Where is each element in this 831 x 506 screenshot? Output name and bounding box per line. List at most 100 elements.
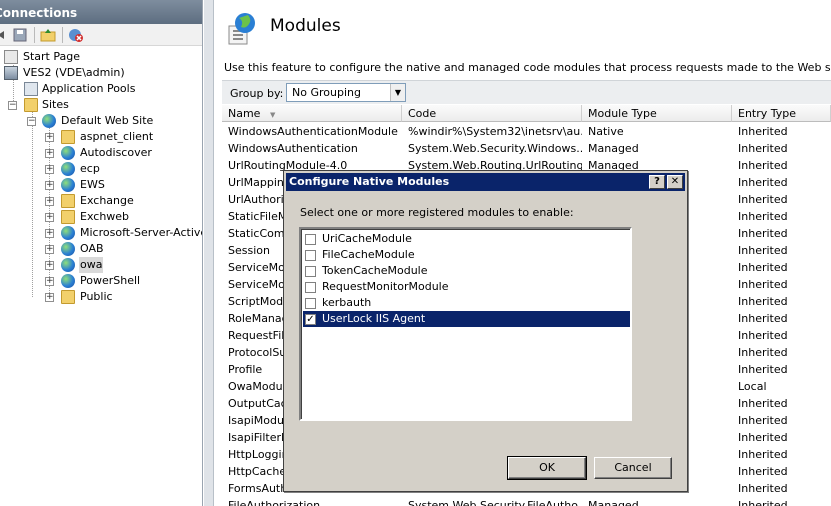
- expand-icon[interactable]: +: [45, 165, 54, 174]
- globe-icon: [61, 274, 75, 288]
- table-cell: Inherited: [738, 312, 788, 325]
- table-cell: Inherited: [738, 227, 788, 240]
- help-button[interactable]: ?: [649, 175, 665, 189]
- table-cell: Inherited: [738, 448, 788, 461]
- tree-item-label: Start Page: [23, 50, 80, 63]
- expand-icon[interactable]: +: [45, 181, 54, 190]
- server-icon: [4, 66, 18, 80]
- dialog-prompt: Select one or more registered modules to…: [300, 206, 574, 219]
- table-cell: Inherited: [738, 465, 788, 478]
- tree-item-owa[interactable]: + owa: [0, 257, 202, 273]
- folder-icon: [61, 130, 75, 144]
- table-cell: Inherited: [738, 329, 788, 342]
- checkbox[interactable]: [305, 298, 316, 309]
- table-cell: Inherited: [738, 346, 788, 359]
- tree-item-public[interactable]: + Public: [0, 289, 202, 305]
- close-button[interactable]: ✕: [667, 175, 683, 189]
- checkbox[interactable]: [305, 250, 316, 261]
- connections-tree: Start Page VES2 (VDE\admin) Application …: [0, 47, 202, 506]
- column-header-name[interactable]: Name ▼: [222, 105, 402, 122]
- collapse-icon[interactable]: −: [27, 117, 36, 126]
- tree-item-start-page[interactable]: Start Page: [0, 49, 200, 65]
- dialog-title: Configure Native Modules: [289, 175, 450, 188]
- tree-item-autodiscover[interactable]: + Autodiscover: [0, 145, 202, 161]
- checkbox[interactable]: [305, 266, 316, 277]
- tree-item-oab[interactable]: + OAB: [0, 241, 202, 257]
- table-cell: Inherited: [738, 176, 788, 189]
- table-row[interactable]: FileAuthorization System.Web.Security.Fil…: [222, 497, 831, 506]
- back-icon[interactable]: [0, 27, 12, 43]
- table-row[interactable]: WindowsAuthentication System.Web.Security…: [222, 140, 831, 157]
- modules-checklist[interactable]: UriCacheModule FileCacheModule TokenCacheM…: [299, 227, 632, 421]
- table-cell: Inherited: [738, 397, 788, 410]
- table-row[interactable]: WindowsAuthenticationModule %windir%\Syst…: [222, 123, 831, 140]
- checklist-item[interactable]: TokenCacheModule: [303, 263, 630, 279]
- table-cell: Inherited: [738, 414, 788, 427]
- tree-item-label: EWS: [80, 178, 105, 191]
- tree-item-ews[interactable]: + EWS: [0, 177, 202, 193]
- tree-item-sites[interactable]: − Sites: [0, 97, 200, 113]
- connections-title: Connections: [0, 6, 78, 20]
- checklist-item-label: TokenCacheModule: [322, 264, 428, 277]
- ok-button[interactable]: OK: [507, 456, 587, 480]
- toolbar-separator: [62, 27, 63, 43]
- expand-icon[interactable]: +: [45, 245, 54, 254]
- disconnect-icon[interactable]: [68, 27, 84, 43]
- checklist-item[interactable]: kerbauth: [303, 295, 630, 311]
- tree-item-exchweb[interactable]: + Exchweb: [0, 209, 202, 225]
- table-cell: Inherited: [738, 363, 788, 376]
- tree-item-label: Default Web Site: [61, 114, 154, 127]
- start-page-icon: [4, 50, 18, 64]
- app-pools-icon: [24, 82, 38, 96]
- checklist-item[interactable]: RequestMonitorModule: [303, 279, 630, 295]
- checklist-item[interactable]: UriCacheModule: [303, 231, 630, 247]
- expand-icon[interactable]: +: [45, 213, 54, 222]
- tree-item-exchange[interactable]: + Exchange: [0, 193, 202, 209]
- folder-icon: [61, 210, 75, 224]
- tree-item-default-web-site[interactable]: − Default Web Site: [0, 113, 200, 129]
- globe-icon: [61, 162, 75, 176]
- column-header-module-type[interactable]: Module Type: [582, 105, 732, 122]
- pane-splitter[interactable]: [204, 0, 214, 506]
- table-cell: System.Web.Security.Windows...: [408, 142, 582, 155]
- tree-item-ecp[interactable]: + ecp: [0, 161, 202, 177]
- checkbox[interactable]: [305, 282, 316, 293]
- dialog-title-bar[interactable]: Configure Native Modules ? ✕: [286, 173, 685, 191]
- table-cell: Inherited: [738, 499, 788, 506]
- checkbox[interactable]: [305, 234, 316, 245]
- expand-icon[interactable]: +: [45, 277, 54, 286]
- checklist-item[interactable]: FileCacheModule: [303, 247, 630, 263]
- tree-item-aspnet-client[interactable]: + aspnet_client: [0, 129, 202, 145]
- collapse-icon[interactable]: −: [8, 101, 17, 110]
- tree-item-powershell[interactable]: + PowerShell: [0, 273, 202, 289]
- column-header-entry-type[interactable]: Entry Type: [732, 105, 831, 122]
- expand-icon[interactable]: +: [45, 261, 54, 270]
- checkbox[interactable]: ✓: [305, 314, 316, 325]
- column-header-label: Code: [408, 107, 437, 120]
- save-icon[interactable]: [12, 27, 28, 43]
- column-header-code[interactable]: Code: [402, 105, 582, 122]
- expand-icon[interactable]: +: [45, 229, 54, 238]
- tree-item-activesync[interactable]: + Microsoft-Server-ActiveSync: [0, 225, 202, 241]
- folder-icon: [61, 290, 75, 304]
- tree-item-label: Autodiscover: [80, 146, 152, 159]
- toolbar-separator: [34, 27, 35, 43]
- globe-icon: [42, 114, 56, 128]
- folder-icon: [24, 98, 38, 112]
- expand-icon[interactable]: +: [45, 149, 54, 158]
- up-folder-icon[interactable]: [40, 27, 56, 43]
- group-by-dropdown[interactable]: No Grouping ▼: [286, 83, 406, 102]
- table-cell: Inherited: [738, 261, 788, 274]
- expand-icon[interactable]: +: [45, 293, 54, 302]
- table-cell: Local: [738, 380, 767, 393]
- table-cell: Managed: [588, 142, 639, 155]
- expand-icon[interactable]: +: [45, 197, 54, 206]
- tree-item-server[interactable]: VES2 (VDE\admin): [0, 65, 200, 81]
- checklist-item[interactable]: ✓ UserLock IIS Agent: [303, 311, 630, 327]
- connections-toolbar: [0, 24, 202, 46]
- expand-icon[interactable]: +: [45, 133, 54, 142]
- cancel-button[interactable]: Cancel: [594, 457, 672, 479]
- globe-icon: [61, 258, 75, 272]
- dropdown-arrow-icon[interactable]: ▼: [390, 84, 405, 101]
- tree-item-application-pools[interactable]: Application Pools: [0, 81, 200, 97]
